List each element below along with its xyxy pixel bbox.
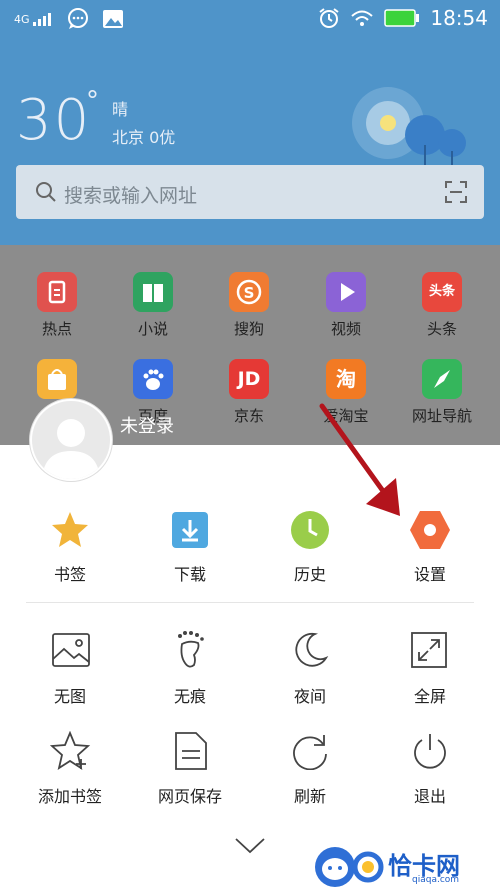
temperature: 30 — [16, 88, 92, 153]
star-icon[interactable] — [50, 510, 90, 550]
footprint-icon[interactable] — [174, 630, 208, 670]
search-placeholder: 搜索或输入网址 — [64, 185, 198, 207]
wifi-icon — [351, 10, 374, 26]
network-type: 4G — [14, 12, 30, 26]
menu-fullscreen[interactable]: 全屏 — [375, 683, 485, 707]
image-notification-icon — [102, 10, 123, 28]
login-status[interactable]: 未登录 — [120, 412, 174, 438]
search-icon — [36, 182, 56, 202]
navigation-compass-icon[interactable] — [422, 359, 462, 399]
moon-icon[interactable] — [291, 631, 329, 669]
alarm-icon — [319, 8, 339, 28]
shortcut-label-jd: 京东 — [233, 407, 264, 425]
avatar[interactable] — [30, 399, 112, 481]
baidu-paw-icon[interactable] — [133, 359, 173, 399]
fullscreen-icon[interactable] — [411, 632, 447, 668]
signal-icon — [32, 13, 51, 26]
menu-add-bookmark[interactable]: 添加书签 — [15, 783, 125, 807]
shortcut-label-sogou: 搜狗 — [233, 320, 264, 338]
scan-icon[interactable] — [444, 180, 468, 204]
download-icon[interactable] — [171, 511, 209, 549]
jd-icon[interactable]: JD — [229, 359, 269, 399]
menu-save-page[interactable]: 网页保存 — [135, 783, 245, 807]
degree-symbol: ° — [86, 86, 99, 116]
shopping-bag-icon[interactable] — [37, 359, 77, 399]
save-page-icon[interactable] — [174, 731, 208, 771]
menu-bookmarks[interactable]: 书签 — [15, 561, 125, 585]
menu-settings[interactable]: 设置 — [375, 561, 485, 585]
power-icon[interactable] — [411, 732, 449, 770]
sogou-icon[interactable]: S — [229, 272, 269, 312]
menu-night-mode[interactable]: 夜间 — [255, 683, 365, 707]
novel-book-icon[interactable] — [133, 272, 173, 312]
chevron-down-icon[interactable] — [234, 836, 266, 856]
menu-divider — [26, 602, 474, 603]
menu-download[interactable]: 下载 — [135, 561, 245, 585]
watermark-domain: qiaqa.com — [412, 875, 460, 885]
video-play-icon[interactable] — [326, 272, 366, 312]
image-icon[interactable] — [52, 633, 90, 667]
user-silhouette-icon — [42, 419, 100, 479]
weather-condition: 晴 — [112, 100, 129, 119]
toutiao-icon[interactable]: 头条 — [422, 272, 462, 312]
menu-exit[interactable]: 退出 — [375, 783, 485, 807]
menu-no-image[interactable]: 无图 — [15, 683, 125, 707]
location-aqi: 北京 0优 — [112, 128, 176, 147]
svg-text:S: S — [244, 284, 255, 302]
status-bar: 4G 18:54 — [0, 0, 500, 36]
hotspot-icon[interactable] — [37, 272, 77, 312]
menu-refresh[interactable]: 刷新 — [255, 783, 365, 807]
shortcut-label-toutiao: 头条 — [426, 320, 457, 338]
menu-incognito[interactable]: 无痕 — [135, 683, 245, 707]
refresh-icon[interactable] — [291, 732, 329, 770]
message-icon — [67, 8, 88, 29]
star-add-icon[interactable] — [50, 731, 92, 771]
shortcut-label-novel: 小说 — [137, 320, 168, 338]
battery-icon — [384, 9, 420, 27]
weather-illustration — [352, 87, 466, 167]
annotation-arrow — [319, 403, 400, 516]
clock-time: 18:54 — [430, 6, 488, 30]
shortcut-label-hotspot: 热点 — [41, 320, 72, 338]
shortcut-label-video: 视频 — [330, 320, 361, 338]
menu-history[interactable]: 历史 — [255, 561, 365, 585]
